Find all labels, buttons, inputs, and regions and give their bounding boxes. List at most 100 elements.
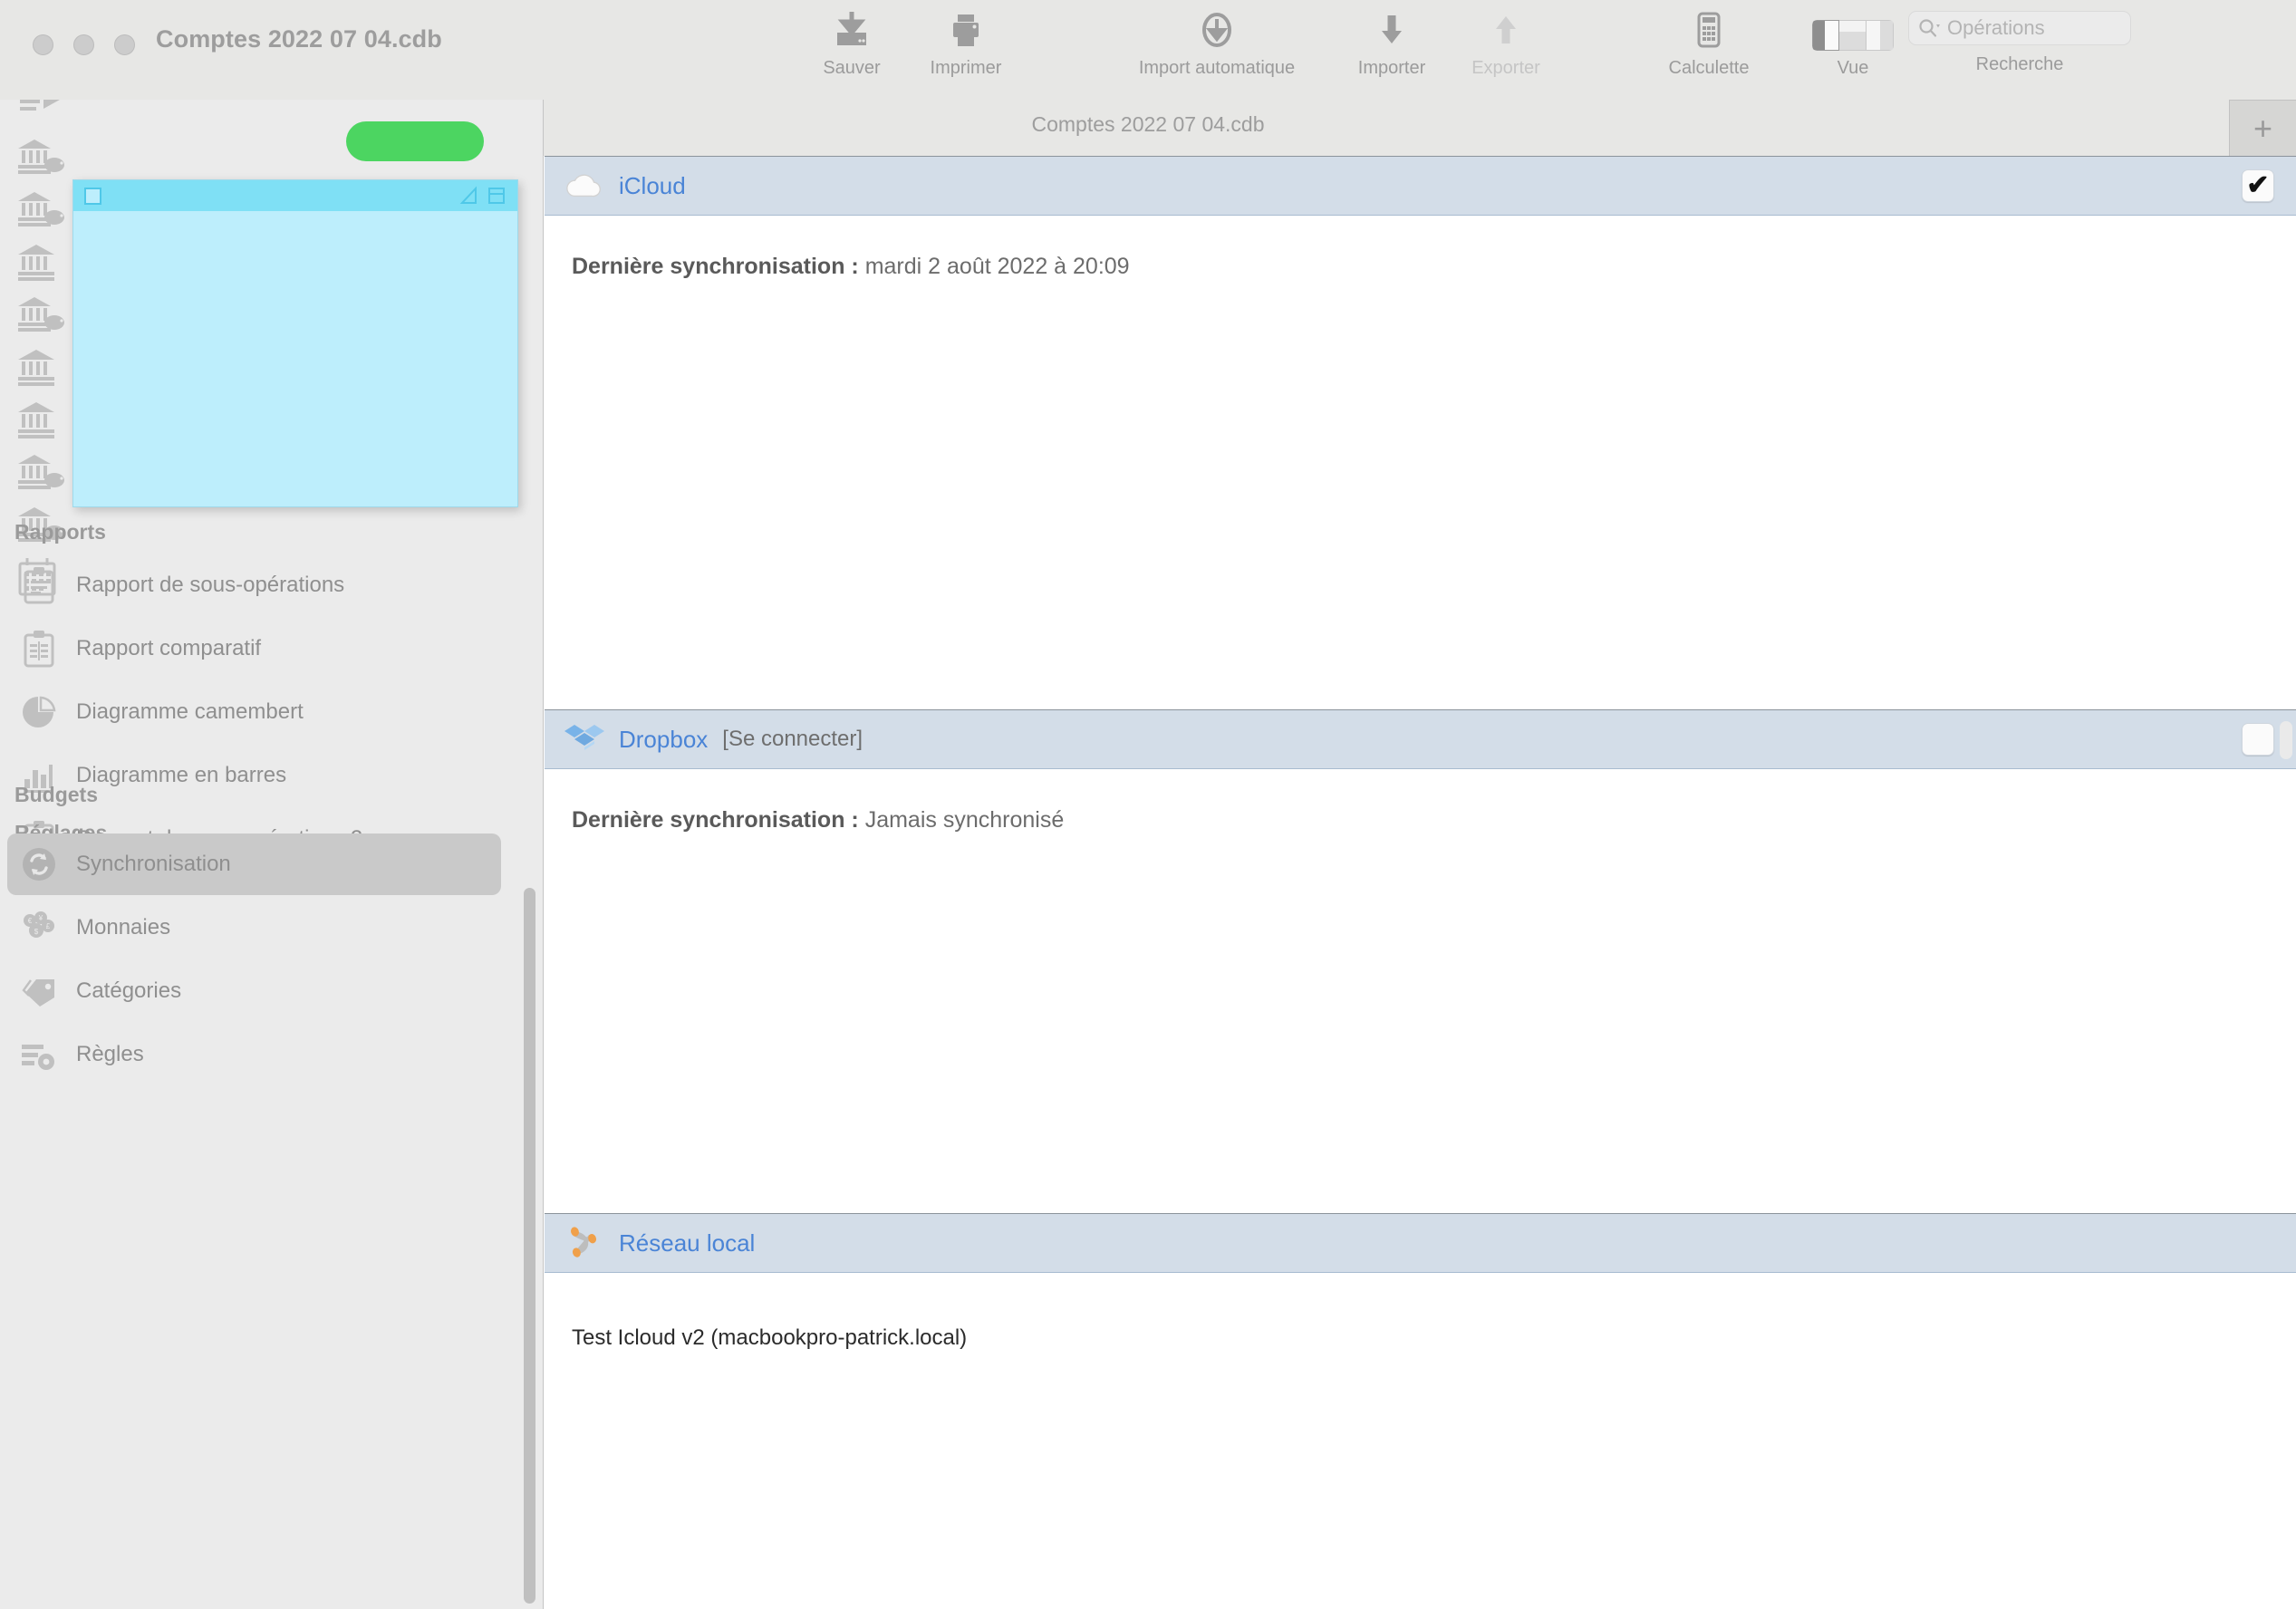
minimize-button[interactable] bbox=[73, 34, 94, 55]
arrow-up-icon bbox=[1485, 7, 1527, 51]
svg-text:€: € bbox=[28, 917, 33, 925]
view-segmented-icon bbox=[1812, 7, 1894, 51]
sidebar-item-rapport-sous-operations[interactable]: Rapport de sous-opérations bbox=[7, 554, 501, 616]
section-body-icloud: Dernière synchronisation : mardi 2 août … bbox=[545, 216, 2296, 709]
resize-triangle-icon[interactable] bbox=[459, 186, 479, 206]
sidebar-account-row[interactable] bbox=[16, 134, 67, 185]
printer-icon bbox=[945, 7, 987, 51]
dropbox-last-sync: Dernière synchronisation : Jamais synchr… bbox=[572, 807, 1064, 833]
save-button[interactable]: Sauver bbox=[797, 7, 906, 79]
cyan-window-titlebar[interactable] bbox=[73, 180, 517, 211]
coins-currency-icon: € ¥ £ $ bbox=[20, 909, 58, 947]
sidebar-item-rapport-comparatif[interactable]: Rapport comparatif bbox=[7, 618, 501, 679]
import-button[interactable]: Importer bbox=[1337, 7, 1446, 79]
export-button[interactable]: Exporter bbox=[1452, 7, 1560, 79]
section-body-reseau-local: Test Icloud v2 (macbookpro-patrick.local… bbox=[545, 1273, 2296, 1609]
checkmark-icon: ✔ bbox=[2246, 170, 2270, 200]
arrow-down-icon bbox=[1371, 7, 1413, 51]
sidebar-item-regles[interactable]: Règles bbox=[7, 1024, 501, 1085]
circle-arrow-down-icon bbox=[1196, 7, 1238, 51]
local-peer-item[interactable]: Test Icloud v2 (macbookpro-patrick.local… bbox=[572, 1325, 967, 1351]
zoom-button[interactable] bbox=[114, 34, 135, 55]
bank-icon bbox=[18, 245, 54, 281]
search-icon bbox=[1919, 19, 1940, 37]
calculator-button-label: Calculette bbox=[1668, 58, 1750, 78]
print-button-label: Imprimer bbox=[930, 58, 1002, 78]
sidebar-account-row[interactable] bbox=[16, 239, 67, 290]
sidebar-item-label: Synchronisation bbox=[76, 852, 231, 876]
sidebar-scrollbar[interactable] bbox=[524, 888, 535, 1604]
service-name-dropbox: Dropbox bbox=[619, 725, 709, 753]
split-panel-icon[interactable] bbox=[487, 186, 506, 206]
close-button[interactable] bbox=[33, 34, 53, 55]
sidebar-account-row[interactable] bbox=[16, 449, 67, 500]
sidebar-item-categories[interactable]: Catégories bbox=[7, 960, 501, 1022]
icloud-enable-checkbox[interactable]: ✔ bbox=[2242, 169, 2274, 202]
clipboard-compare-icon bbox=[20, 630, 58, 668]
view-control[interactable]: Vue bbox=[1785, 7, 1921, 79]
section-header-dropbox[interactable]: Dropbox [Se connecter] bbox=[545, 709, 2296, 769]
cloud-icon bbox=[564, 168, 604, 204]
section-header-icloud[interactable]: iCloud ✔ bbox=[545, 156, 2296, 216]
section-scrollbar[interactable] bbox=[2280, 721, 2292, 759]
auto-import-button[interactable]: Import automatique bbox=[1104, 7, 1330, 79]
save-download-icon bbox=[831, 7, 873, 51]
sidebar-item-label: Règles bbox=[76, 1042, 144, 1066]
sidebar-item-synchronisation[interactable]: Synchronisation bbox=[7, 833, 501, 895]
cyan-window-actions bbox=[459, 186, 506, 206]
dropbox-last-sync-value: Jamais synchronisé bbox=[864, 807, 1065, 833]
sidebar-account-row[interactable] bbox=[16, 187, 67, 237]
dropbox-icon bbox=[564, 721, 604, 757]
sync-refresh-icon bbox=[20, 845, 58, 883]
floating-cyan-window[interactable] bbox=[72, 179, 518, 507]
icloud-last-sync: Dernière synchronisation : mardi 2 août … bbox=[572, 254, 1130, 280]
bank-icon bbox=[18, 350, 54, 386]
sidebar-account-row[interactable] bbox=[16, 344, 67, 395]
local-network-icon bbox=[564, 1225, 604, 1261]
sidebar-account-row[interactable] bbox=[16, 100, 67, 132]
bank-piggy-icon bbox=[18, 140, 64, 174]
clipboard-report-icon bbox=[20, 566, 58, 604]
svg-text:$: $ bbox=[34, 928, 39, 936]
sidebar-section-budgets: Budgets bbox=[14, 783, 98, 806]
sidebar-account-row[interactable] bbox=[16, 397, 67, 448]
section-header-reseau-local[interactable]: Réseau local bbox=[545, 1213, 2296, 1273]
search-field[interactable]: Opérations bbox=[1908, 11, 2131, 45]
sidebar-item-label: Rapport de sous-opérations bbox=[76, 573, 345, 597]
import-button-label: Importer bbox=[1357, 58, 1426, 78]
pie-chart-icon bbox=[20, 693, 58, 731]
bank-transfer-icon bbox=[20, 100, 60, 111]
dropbox-enable-checkbox[interactable] bbox=[2242, 723, 2274, 756]
icloud-last-sync-label: Dernière synchronisation : bbox=[572, 254, 859, 279]
add-button[interactable]: + bbox=[2229, 100, 2296, 156]
cyan-close-square-icon[interactable] bbox=[84, 187, 101, 205]
calculator-icon bbox=[1688, 7, 1730, 51]
view-control-label: Vue bbox=[1837, 58, 1869, 78]
auto-import-button-label: Import automatique bbox=[1138, 58, 1296, 78]
sidebar-account-row[interactable] bbox=[16, 292, 67, 342]
sidebar-item-monnaies[interactable]: € ¥ £ $ Monnaies bbox=[7, 897, 501, 959]
svg-text:¥: ¥ bbox=[38, 914, 43, 922]
search-input[interactable]: Opérations bbox=[1947, 16, 2045, 40]
calculator-button[interactable]: Calculette bbox=[1645, 7, 1772, 79]
print-button[interactable]: Imprimer bbox=[912, 7, 1020, 79]
view-segment-right[interactable] bbox=[1867, 20, 1894, 51]
service-name-icloud: iCloud bbox=[619, 171, 686, 199]
export-button-label: Exporter bbox=[1471, 58, 1540, 78]
window-title: Comptes 2022 07 04.cdb bbox=[156, 25, 442, 53]
search-area: Opérations Recherche bbox=[1908, 11, 2131, 75]
window-controls bbox=[33, 34, 135, 55]
search-label: Recherche bbox=[1975, 54, 2064, 74]
dropbox-connect-link[interactable]: [Se connecter] bbox=[722, 727, 863, 752]
sidebar-section-rapports: Rapports bbox=[14, 520, 106, 544]
sidebar-item-diagramme-camembert[interactable]: Diagramme camembert bbox=[7, 681, 501, 743]
sidebar-item-label: Monnaies bbox=[76, 915, 171, 939]
bank-icon bbox=[18, 402, 54, 438]
app-window: Comptes 2022 07 04.cdb Sauver Imprimer I… bbox=[0, 0, 2296, 1609]
view-segment-sidebar[interactable] bbox=[1812, 20, 1839, 51]
icloud-last-sync-value: mardi 2 août 2022 à 20:09 bbox=[864, 254, 1130, 279]
bank-piggy-icon bbox=[18, 297, 64, 332]
new-account-button[interactable] bbox=[346, 121, 484, 161]
view-segment-bottom[interactable] bbox=[1839, 20, 1867, 51]
titlebar: Comptes 2022 07 04.cdb Sauver Imprimer I… bbox=[0, 0, 2296, 100]
